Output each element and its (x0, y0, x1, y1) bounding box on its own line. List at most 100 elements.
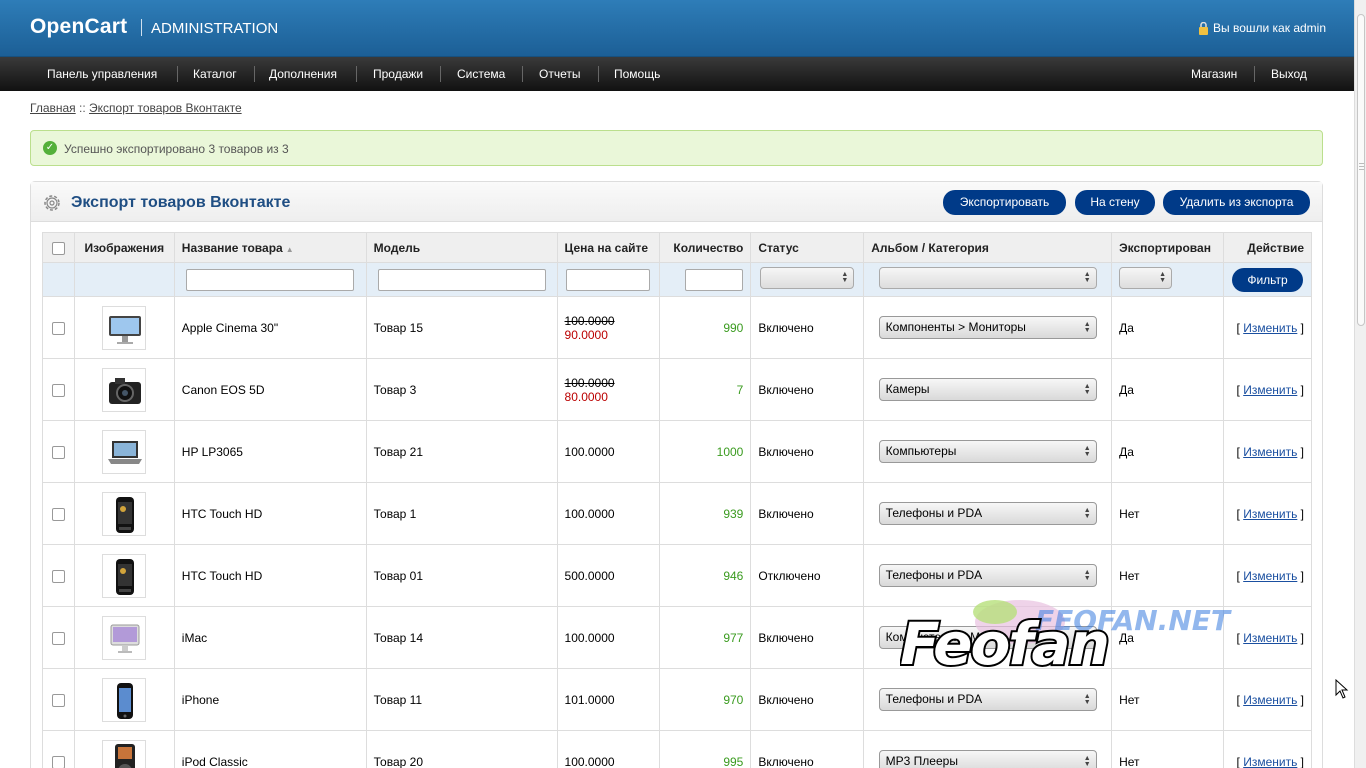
column-header-status[interactable]: Статус (750, 232, 865, 263)
product-thumbnail[interactable] (102, 429, 147, 474)
scroll-grip-line (1359, 166, 1364, 167)
column-header-price[interactable]: Цена на сайте (556, 232, 661, 263)
edit-link[interactable]: Изменить (1243, 383, 1297, 397)
product-thumbnail[interactable] (102, 553, 147, 598)
filter-quantity-input[interactable] (685, 268, 744, 291)
edit-link[interactable]: Изменить (1243, 693, 1297, 707)
monitor-image (109, 315, 142, 344)
opencart-logo[interactable]: OpenCart (30, 15, 127, 39)
album-cell: MP3 Плееры ▲ ▼ (863, 730, 1113, 768)
album-select[interactable]: Компоненты > Мониторы ▲ ▼ (878, 316, 1097, 339)
product-thumbnail[interactable] (102, 615, 147, 660)
filter-cell (659, 262, 752, 297)
product-model: Товар 15 (365, 296, 558, 359)
select-arrows-icon: ▲ ▼ (841, 271, 849, 284)
menu-divider (356, 66, 357, 82)
breadcrumb-home[interactable]: Главная (30, 101, 76, 115)
gear-icon (44, 195, 60, 211)
table-row: Apple Cinema 30" Товар 15 100.0000 90.000… (42, 296, 1312, 359)
laptop-image (108, 440, 143, 464)
album-select[interactable]: Телефоны и PDA ▲ ▼ (878, 502, 1097, 525)
price: 100.0000 (564, 506, 615, 521)
menu-item-catalog[interactable]: Каталог (193, 67, 237, 81)
product-quantity: 977 (659, 606, 752, 669)
column-header-name-label[interactable]: Название товара (182, 241, 283, 255)
menu-item-sales[interactable]: Продажи (373, 67, 423, 81)
table-row: HTC Touch HD Товар 1 100.0000 939 Включе… (42, 482, 1312, 545)
product-exported: Да (1111, 420, 1224, 483)
album-select[interactable]: MP3 Плееры ▲ ▼ (878, 750, 1097, 768)
filter-model-input[interactable] (377, 268, 546, 291)
edit-link[interactable]: Изменить (1243, 569, 1297, 583)
menu-divider (177, 66, 178, 82)
product-thumbnail[interactable] (102, 367, 147, 412)
filter-button[interactable]: Фильтр (1232, 267, 1303, 292)
select-all-checkbox[interactable] (51, 241, 65, 255)
album-select[interactable]: Телефоны и PDA ▲ ▼ (878, 688, 1097, 711)
album-select[interactable]: Телефоны и PDA ▲ ▼ (878, 564, 1097, 587)
product-thumbnail[interactable] (102, 677, 147, 722)
filter-exported-select[interactable]: ▲ ▼ (1119, 267, 1173, 289)
action-cell: [ Изменить ] (1223, 358, 1312, 421)
album-select-value: Компьютеры (885, 444, 957, 458)
edit-link[interactable]: Изменить (1243, 507, 1297, 521)
mouse-cursor-icon (1335, 679, 1349, 699)
menu-item-store[interactable]: Магазин (1191, 67, 1237, 81)
product-name: iPhone (173, 668, 367, 731)
edit-link[interactable]: Изменить (1243, 755, 1297, 768)
special-price: 90.0000 (564, 327, 608, 342)
menu-item-logout[interactable]: Выход (1271, 67, 1307, 81)
album-select[interactable]: Камеры ▲ ▼ (878, 378, 1097, 401)
product-quantity: 990 (659, 296, 752, 359)
page-title: Экспорт товаров Вконтакте (71, 194, 291, 211)
price-cell: 101.0000 (556, 668, 661, 731)
svg-text:Feofan: Feofan (900, 610, 1108, 672)
row-checkbox[interactable] (51, 383, 65, 397)
row-checkbox[interactable] (51, 507, 65, 521)
menu-item-system[interactable]: Система (457, 67, 505, 81)
menu-item-dashboard[interactable]: Панель управления (47, 67, 157, 81)
filter-price-input[interactable] (566, 268, 651, 291)
filter-cell: ▲ ▼ (750, 262, 865, 297)
product-status: Включено (750, 482, 865, 545)
filter-album-select[interactable]: ▲ ▼ (878, 267, 1097, 289)
filter-name-input[interactable] (186, 268, 355, 291)
filter-cell: ▲ ▼ (863, 262, 1113, 297)
product-thumbnail[interactable] (102, 491, 147, 536)
filter-cell (73, 262, 175, 297)
filter-status-select[interactable]: ▲ ▼ (760, 267, 855, 289)
album-select[interactable]: Компьютеры ▲ ▼ (878, 440, 1097, 463)
column-header-quantity[interactable]: Количество (659, 232, 752, 263)
product-quantity: 970 (659, 668, 752, 731)
product-status: Включено (750, 668, 865, 731)
row-checkbox[interactable] (51, 321, 65, 335)
menu-divider (1254, 66, 1255, 82)
menu-item-help[interactable]: Помощь (614, 67, 660, 81)
breadcrumb-current[interactable]: Экспорт товаров Вконтакте (89, 101, 242, 115)
product-quantity: 1000 (659, 420, 752, 483)
menu-item-reports[interactable]: Отчеты (539, 67, 580, 81)
main-menu: Панель управления Каталог Дополнения Про… (0, 57, 1354, 91)
remove-from-export-button[interactable]: Удалить из экспорта (1163, 190, 1310, 215)
post-to-wall-button[interactable]: На стену (1075, 190, 1155, 215)
page-scrollbar[interactable] (1354, 0, 1366, 768)
menu-item-extensions[interactable]: Дополнения (269, 67, 337, 81)
product-name: HTC Touch HD (173, 482, 367, 545)
column-header-model[interactable]: Модель (365, 232, 558, 263)
action-cell: [ Изменить ] (1223, 730, 1312, 768)
table-row: iPod Classic Товар 20 100.0000 995 Включ… (42, 730, 1312, 768)
row-checkbox[interactable] (51, 755, 65, 768)
scrollbar-thumb[interactable] (1357, 14, 1365, 326)
row-checkbox[interactable] (51, 569, 65, 583)
row-checkbox[interactable] (51, 693, 65, 707)
edit-link[interactable]: Изменить (1243, 321, 1297, 335)
row-checkbox[interactable] (51, 631, 65, 645)
product-name: iPod Classic (173, 730, 367, 768)
product-thumbnail[interactable] (102, 305, 147, 350)
export-button[interactable]: Экспортировать (943, 190, 1066, 215)
row-checkbox[interactable] (51, 445, 65, 459)
image-cell (73, 358, 175, 421)
edit-link[interactable]: Изменить (1243, 445, 1297, 459)
product-thumbnail[interactable] (102, 739, 147, 768)
column-header-name[interactable]: Название товара ▲ (173, 232, 367, 263)
